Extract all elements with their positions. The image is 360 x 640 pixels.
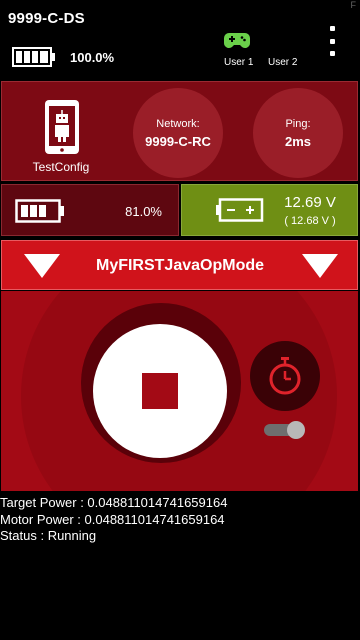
battery-icon — [15, 199, 64, 223]
menu-dot — [329, 26, 335, 31]
ping-value: 2ms — [284, 133, 312, 149]
telemetry-log: Target Power : 0.048811014741659164 Moto… — [0, 495, 227, 545]
stop-button[interactable] — [93, 324, 227, 458]
network-circle: Network: 9999-C-RC — [133, 88, 223, 178]
robot-phone-icon[interactable] — [43, 98, 81, 156]
ping-circle: Ping: 2ms — [253, 88, 343, 178]
voltage-min-value: ( 12.68 V ) — [284, 215, 336, 227]
stop-icon — [142, 373, 178, 409]
opmode-name[interactable]: MyFIRSTJavaOpMode — [70, 257, 290, 275]
gamepad-icon[interactable] — [223, 30, 251, 50]
ping-label: Ping: — [285, 117, 311, 130]
corner-mark: F — [350, 0, 357, 10]
menu-dot — [329, 38, 335, 44]
timer-button[interactable] — [250, 341, 320, 411]
ds-battery-percent: 100.0% — [70, 50, 115, 65]
timer-toggle-switch[interactable] — [262, 420, 308, 440]
menu-dot — [329, 51, 335, 56]
robot-battery-percent: 81.0% — [125, 204, 162, 219]
active-config-label: TestConfig — [32, 160, 90, 174]
network-label: Network: — [156, 117, 200, 130]
battery-full-icon — [12, 47, 55, 67]
battery-voltage-icon — [216, 198, 264, 222]
network-value: 9999-C-RC — [145, 133, 211, 149]
chevron-down-icon[interactable] — [22, 252, 62, 280]
user-2-label: User 2 — [268, 57, 298, 68]
telemetry-line: Status : Running — [0, 528, 97, 543]
kebab-menu-icon[interactable] — [326, 26, 338, 56]
app-title: 9999-C-DS — [8, 10, 85, 27]
user-1-label: User 1 — [224, 57, 254, 68]
telemetry-line: Target Power : 0.048811014741659164 — [0, 495, 228, 510]
chevron-down-icon[interactable] — [300, 252, 340, 280]
stopwatch-icon — [269, 357, 301, 395]
telemetry-line: Motor Power : 0.048811014741659164 — [0, 511, 225, 527]
voltage-value: 12.69 V — [284, 194, 336, 211]
